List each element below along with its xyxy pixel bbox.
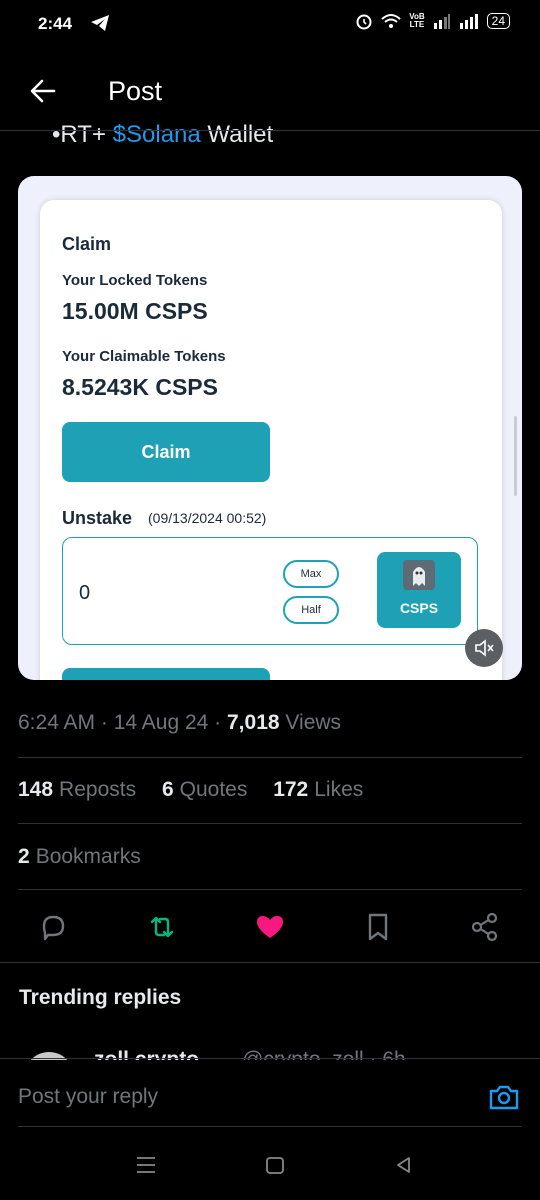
image-scroll-hint <box>514 416 517 496</box>
home-icon[interactable] <box>260 1150 290 1180</box>
back-arrow-icon[interactable] <box>28 76 58 106</box>
reply-underline <box>18 1126 522 1127</box>
claimable-tokens-value: 8.5243K CSPS <box>62 374 218 400</box>
trending-replies-heading: Trending replies <box>19 986 182 1009</box>
divider <box>18 757 522 758</box>
network-label-bottom: LTE <box>409 20 425 29</box>
locked-tokens-label: Your Locked Tokens <box>62 272 208 289</box>
muted-speaker-icon <box>475 639 494 657</box>
camera-icon[interactable] <box>488 1082 520 1112</box>
claim-title: Claim <box>62 234 112 254</box>
telegram-icon <box>91 15 109 31</box>
heart-icon[interactable] <box>253 910 287 944</box>
unstake-title: Unstake <box>62 508 133 528</box>
token-label: CSPS <box>399 600 439 616</box>
views-count: 7,018 <box>227 711 280 734</box>
divider <box>18 823 522 824</box>
post-text-clipped: •RT+ $Solana Wallet <box>52 120 273 142</box>
likes-count: 172 <box>273 778 309 801</box>
status-icons: VoB LTE 24 <box>355 12 510 30</box>
bookmarks-label: Bookmarks <box>35 845 141 868</box>
divider <box>18 889 522 890</box>
reposts-label: Reposts <box>59 778 137 801</box>
claim-button: Claim <box>62 422 270 482</box>
claimable-tokens-label: Your Claimable Tokens <box>62 348 226 365</box>
quotes-stat[interactable]: 6 Quotes <box>162 778 247 801</box>
reposts-stat[interactable]: 148 Reposts <box>18 778 136 801</box>
status-time: 2:44 <box>38 14 73 33</box>
post-text-suffix: Wallet <box>200 121 274 142</box>
bookmarks-count: 2 <box>18 845 30 868</box>
max-button: Max <box>283 560 339 588</box>
wifi-icon <box>381 14 401 28</box>
post-meta: 6:24 AM · 14 Aug 24 · 7,018 Views <box>18 711 342 734</box>
quotes-count: 6 <box>161 778 174 801</box>
reply-icon[interactable] <box>36 910 70 944</box>
post-stats: 148 Reposts 6 Quotes 172 Likes <box>18 778 383 802</box>
repost-icon[interactable] <box>145 910 179 944</box>
likes-stat[interactable]: 172 Likes <box>273 778 363 801</box>
half-button: Half <box>283 596 339 624</box>
post-text-prefix: •RT+ <box>52 121 113 142</box>
claim-panel: Claim Your Locked Tokens 15.00M CSPS You… <box>40 200 502 680</box>
action-bar-divider <box>0 962 540 963</box>
locked-tokens-value: 15.00M CSPS <box>62 298 208 324</box>
mute-button[interactable] <box>465 629 503 667</box>
status-bar: 2:44 VoB LTE 24 <box>0 0 540 50</box>
unstake-date: (09/13/2024 00:52) <box>148 510 267 526</box>
unstake-button-partial <box>62 668 270 680</box>
post-date: 14 Aug 24 <box>113 711 209 734</box>
post-image[interactable]: Claim Your Locked Tokens 15.00M CSPS You… <box>18 176 522 680</box>
reply-input[interactable]: Post your reply <box>18 1085 158 1109</box>
share-icon[interactable] <box>468 910 502 944</box>
likes-label: Likes <box>314 778 364 801</box>
battery-indicator: 24 <box>486 13 510 29</box>
page-title: Post <box>108 76 163 106</box>
ghost-token-icon <box>403 560 435 590</box>
post-time: 6:24 AM <box>18 711 96 734</box>
cashtag-link[interactable]: $Solana <box>113 121 201 142</box>
reply-bar-divider <box>0 1058 540 1059</box>
token-badge: CSPS <box>377 552 461 628</box>
network-label: VoB LTE <box>409 13 424 29</box>
reposts-count: 148 <box>18 778 54 801</box>
bookmarks-stat[interactable]: 2 Bookmarks <box>18 845 141 869</box>
amount-value: 0 <box>79 582 91 604</box>
back-nav-icon[interactable] <box>389 1150 419 1180</box>
unstake-amount-box: 0 Max Half CSPS <box>62 537 478 645</box>
quotes-label: Quotes <box>179 778 248 801</box>
signal-icon <box>433 14 450 29</box>
bookmark-icon[interactable] <box>361 910 395 944</box>
recent-apps-icon[interactable] <box>131 1150 161 1180</box>
alarm-icon <box>356 14 372 30</box>
views-label: Views <box>285 711 342 734</box>
header-divider <box>0 130 540 131</box>
signal-icon-2 <box>459 14 478 29</box>
